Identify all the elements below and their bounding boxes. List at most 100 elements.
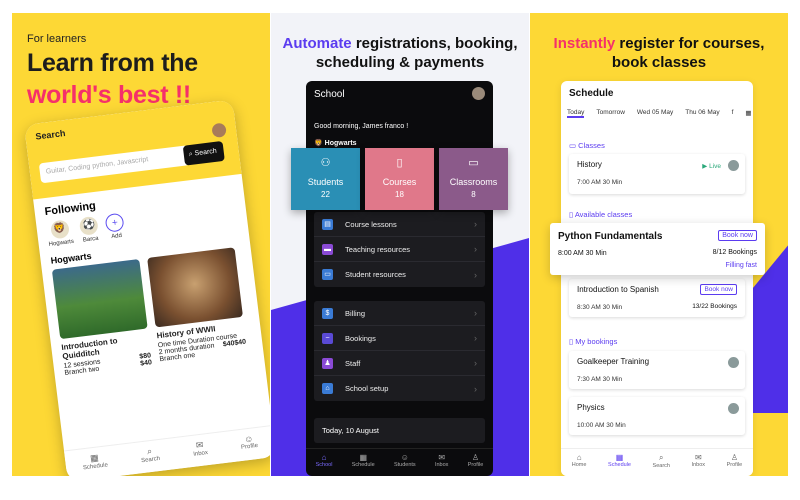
search-button-label: Search — [194, 147, 218, 158]
nav-search[interactable]: ⌕ Search — [653, 453, 670, 476]
search-icon: ⌕ — [659, 453, 664, 462]
nav-label: School — [315, 462, 333, 468]
nav-schedule[interactable]: ▦ Schedule — [81, 451, 109, 476]
nav-search[interactable]: ⌕ Search — [140, 445, 162, 473]
tab-today[interactable]: Today — [567, 109, 585, 118]
nav-inbox[interactable]: ✉ Inbox — [192, 439, 210, 467]
nav-school[interactable]: ⌂ School — [316, 453, 333, 476]
courses-tile[interactable]: ▯ Courses 18 — [365, 148, 434, 210]
students-tile[interactable]: ⚇ Students 22 — [291, 148, 360, 210]
add-following-button[interactable]: + Add — [104, 212, 126, 241]
nav-label: Home — [571, 462, 587, 468]
avatar[interactable] — [211, 122, 227, 139]
tile-label: Students — [307, 177, 344, 187]
avatar[interactable] — [472, 87, 485, 100]
menu-item-staff[interactable]: ♟ Staff › — [314, 351, 485, 376]
chevron-right-icon: › — [474, 219, 477, 229]
tab-tomorrow[interactable]: Tomorrow — [596, 109, 625, 118]
menu-label: Course lessons — [345, 219, 397, 229]
booking-card-goalkeeper[interactable]: Goalkeeper Training 7:30 AM 30 Min — [569, 351, 745, 389]
course-card[interactable]: History of WWII One time Duration course… — [147, 247, 248, 365]
nav-label: Profile — [467, 462, 484, 468]
nav-schedule[interactable]: ▦ Schedule — [608, 453, 631, 476]
nav-label: Inbox — [434, 462, 449, 468]
inbox-icon: ✉ — [694, 453, 702, 462]
nav-inbox[interactable]: ✉ Inbox — [692, 453, 705, 476]
nav-schedule[interactable]: ▦ Schedule — [352, 453, 375, 476]
search-button[interactable]: ⌕ Search — [182, 140, 225, 166]
school-name: 🦁 Hogwarts — [314, 139, 357, 147]
headline-rest: register for courses, — [615, 35, 765, 52]
course-card[interactable]: Introduction to Quidditch 12 sessions $80… — [51, 258, 152, 377]
nav-profile[interactable]: ♙ Profile — [727, 453, 743, 476]
menu-item-bookings[interactable]: ~ Bookings › — [314, 326, 485, 351]
nav-profile[interactable]: ☺ Profile — [240, 433, 260, 461]
nav-profile[interactable]: ♙ Profile — [468, 453, 484, 476]
search-input[interactable]: Guitar, Coding python, Javascript — [38, 145, 191, 184]
tab-wed[interactable]: Wed 05 May — [637, 109, 673, 118]
greeting-text: Good morning, James franco ! — [314, 123, 409, 130]
staff-icon: ♟ — [322, 357, 333, 369]
python-fundamentals-card[interactable]: Python Fundamentals Book now 8:00 AM 30 … — [550, 223, 765, 275]
chevron-right-icon: › — [474, 358, 477, 368]
menu-item-teaching-resources[interactable]: ▬ Teaching resources › — [314, 237, 485, 262]
chevron-right-icon: › — [474, 383, 477, 394]
menu-item-course-lessons[interactable]: ▤ Course lessons › — [314, 212, 485, 237]
classrooms-tile[interactable]: ▭ Classrooms 8 — [439, 148, 508, 210]
page-title: Schedule — [569, 88, 614, 99]
headline-accent: Automate — [282, 35, 352, 52]
menu-item-billing[interactable]: $ Billing › — [314, 301, 485, 326]
menu-label: Billing — [345, 308, 366, 318]
search-header: Search Guitar, Coding python, Javascript… — [24, 99, 242, 200]
person-icon: ♙ — [730, 453, 738, 462]
following-label: Hogwarts — [48, 238, 75, 248]
nav-label: Inbox — [193, 450, 209, 458]
schedule-phone-mockup: Schedule Today Tomorrow Wed 05 May Thu 0… — [561, 81, 753, 476]
avatar — [728, 403, 739, 414]
folder-icon: ▬ — [322, 243, 333, 255]
course-cards: Introduction to Quidditch 12 sessions $80… — [42, 245, 264, 378]
nav-home[interactable]: ⌂ Home — [572, 453, 587, 476]
following-item[interactable]: 🦁 Hogwarts — [46, 219, 74, 248]
headline-line1: Automate registrations, booking, — [271, 35, 529, 52]
house-icon: ⌂ — [322, 383, 333, 394]
tab-more[interactable]: f — [732, 109, 734, 118]
date-tabs: Today Tomorrow Wed 05 May Thu 06 May f ▦ — [567, 109, 752, 118]
headline-line2: world's best !! — [27, 81, 191, 109]
booking-title: Physics — [577, 403, 605, 412]
tile-label: Courses — [382, 177, 417, 187]
class-card-history[interactable]: History 7:00 AM 30 Min ▶ Live — [569, 154, 745, 194]
class-card-spanish[interactable]: Introduction to Spanish 8:30 AM 30 Min B… — [569, 279, 745, 317]
nav-label: Inbox — [691, 462, 706, 468]
billing-icon: $ — [322, 307, 333, 319]
cards-icon: ▭ — [322, 269, 333, 280]
calendar-icon[interactable]: ▦ — [745, 109, 751, 118]
school-crest-icon: 🦁 — [314, 140, 325, 147]
nav-label: Schedule — [608, 462, 631, 468]
whiteboard-icon: ▭ — [468, 157, 479, 169]
nav-students[interactable]: ☺ Students — [394, 453, 416, 476]
nav-label: Students — [393, 462, 416, 468]
globe-image — [147, 247, 243, 328]
bottom-nav: ⌂ School ▦ Schedule ☺ Students ✉ Inbox ♙ Prof… — [306, 448, 493, 476]
menu-label: School setup — [345, 384, 389, 393]
following-item[interactable]: ⚽ Barca — [79, 215, 100, 244]
nav-inbox[interactable]: ✉ Inbox — [435, 453, 448, 476]
book-icon: ▤ — [322, 218, 333, 230]
chevron-right-icon: › — [474, 244, 477, 254]
menu-item-student-resources[interactable]: ▭ Student resources › — [314, 262, 485, 287]
eyebrow-text: For learners — [27, 33, 87, 45]
book-now-button[interactable]: Book now — [718, 230, 757, 241]
school-crest-icon: 🦁 — [49, 219, 70, 240]
booking-time: 10:00 AM 30 Min — [577, 422, 626, 429]
calendar-icon: ▦ — [359, 453, 367, 462]
menu-item-school-setup[interactable]: ⌂ School setup › — [314, 376, 485, 401]
tile-label: Classrooms — [449, 177, 498, 187]
booking-card-physics[interactable]: Physics 10:00 AM 30 Min — [569, 397, 745, 435]
search-phone-mockup: Search Guitar, Coding python, Javascript… — [24, 99, 270, 476]
book-now-button[interactable]: Book now — [700, 284, 737, 295]
tab-thu[interactable]: Thu 06 May — [685, 109, 719, 118]
available-section: ▯ Available classes — [569, 210, 632, 219]
admin-menu: $ Billing › ~ Bookings › ♟ Staff › ⌂ School set… — [314, 301, 485, 401]
classes-section: ▭ Classes — [569, 141, 605, 150]
